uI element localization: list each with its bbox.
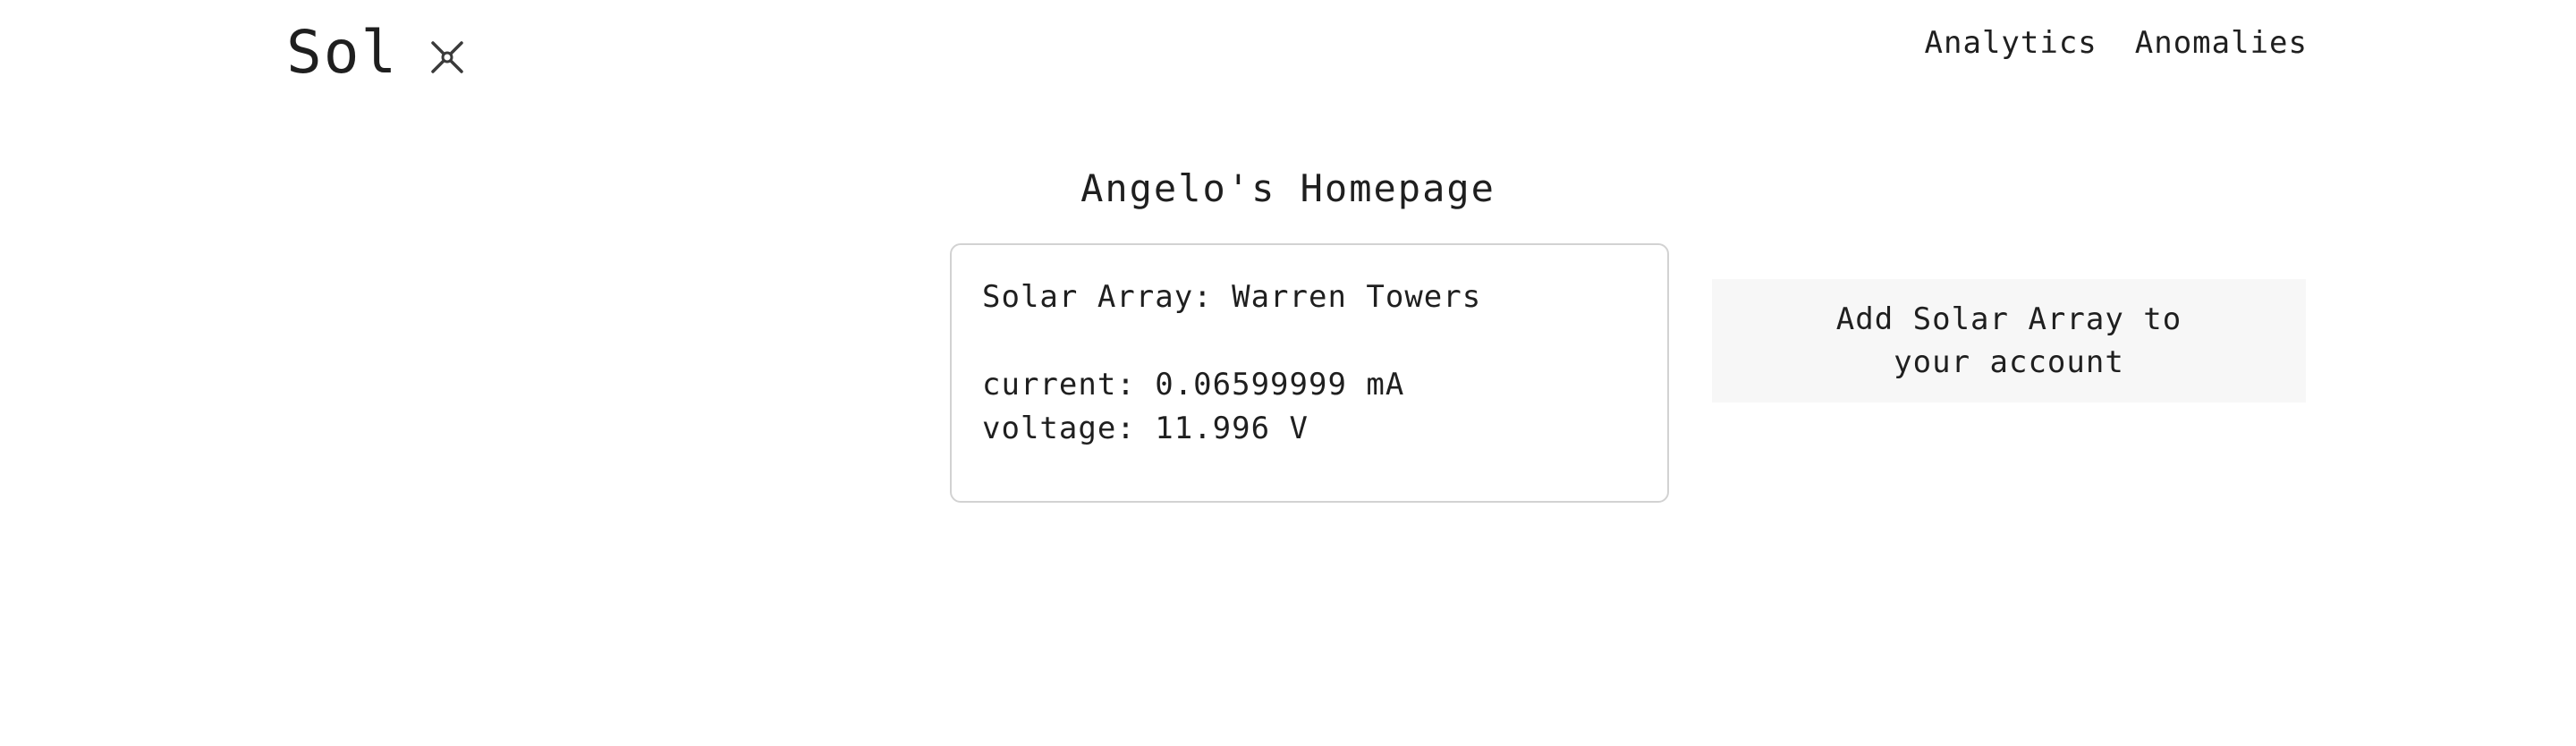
page: Sol Analytics Anomalies Angelo's Homepag… (0, 0, 2576, 746)
page-title: Angelo's Homepage (1080, 166, 1496, 210)
add-solar-array-button[interactable]: Add Solar Array to your account (1712, 279, 2306, 403)
main-nav: Analytics Anomalies (1925, 25, 2308, 61)
array-current: current: 0.06599999 mA (982, 367, 1405, 403)
array-name: Solar Array: Warren Towers (982, 279, 1482, 315)
nav-anomalies-link[interactable]: Anomalies (2135, 25, 2308, 61)
card-spacer (982, 319, 1637, 363)
brand-name: Sol (286, 18, 399, 87)
array-voltage: voltage: 11.996 V (982, 411, 1309, 446)
brand-home-link[interactable]: Sol (286, 13, 466, 93)
propeller-x-icon (428, 38, 466, 76)
solar-array-card[interactable]: Solar Array: Warren Towers current: 0.06… (950, 243, 1669, 503)
nav-analytics-link[interactable]: Analytics (1925, 25, 2097, 61)
header: Sol Analytics Anomalies (286, 13, 2308, 93)
